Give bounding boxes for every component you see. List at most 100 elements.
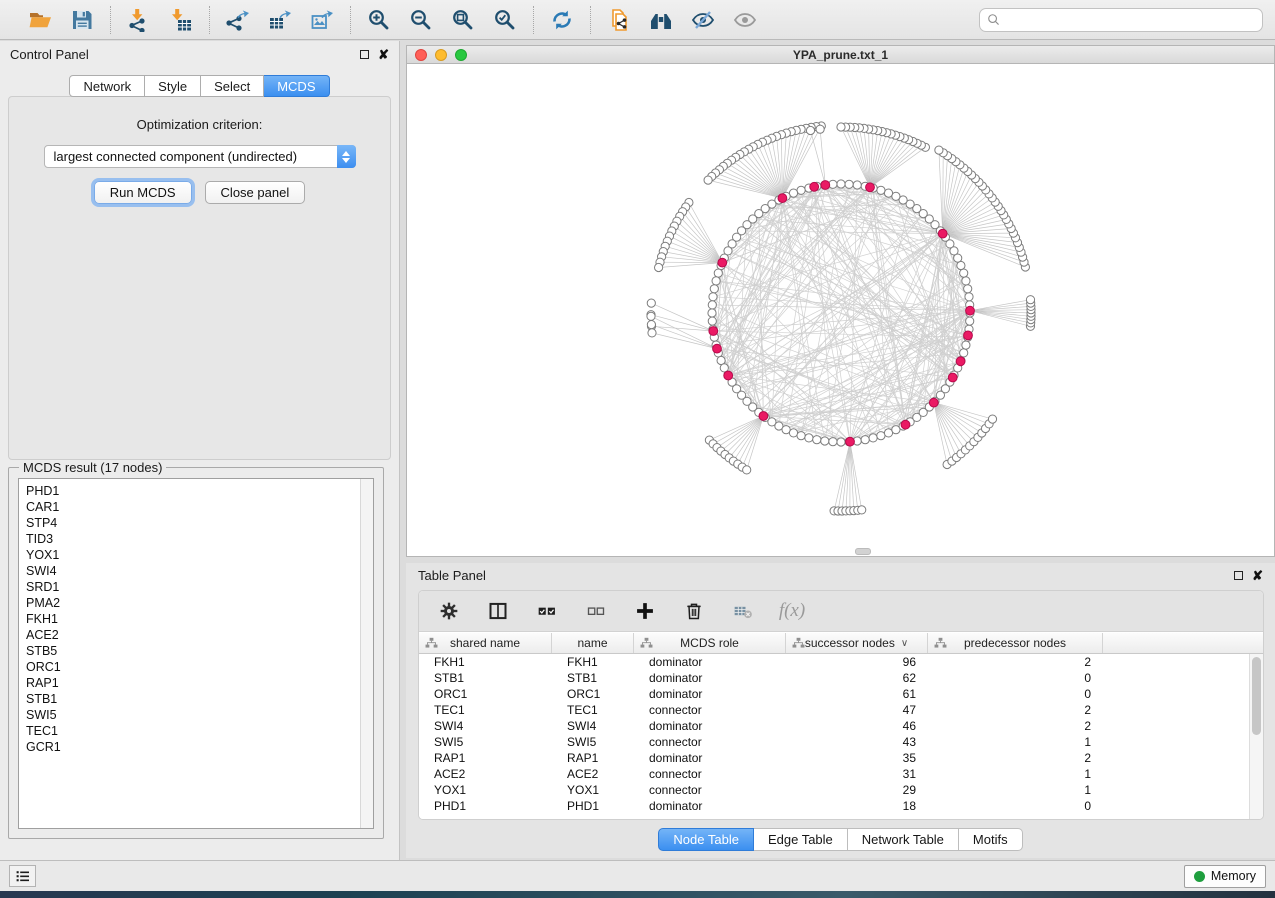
save-session-button[interactable] (68, 6, 96, 34)
mcds-result-item[interactable]: YOX1 (26, 547, 360, 563)
export-table-button[interactable] (266, 6, 294, 34)
select-all-button[interactable] (535, 599, 559, 623)
network-graph-canvas[interactable] (407, 64, 1274, 556)
mcds-hub-node[interactable] (956, 357, 965, 366)
network-graph[interactable] (407, 64, 1274, 556)
table-row[interactable]: SWI5SWI5connector431 (419, 734, 1249, 750)
mcds-result-item[interactable]: SWI4 (26, 563, 360, 579)
mcds-result-item[interactable]: STB5 (26, 643, 360, 659)
mcds-hub-node[interactable] (713, 344, 722, 353)
deselect-all-button[interactable] (584, 599, 608, 623)
mcds-hub-node[interactable] (821, 181, 830, 190)
mcds-hub-node[interactable] (866, 183, 875, 192)
zoom-selected-button[interactable] (491, 6, 519, 34)
mcds-result-item[interactable]: ORC1 (26, 659, 360, 675)
search-input[interactable] (1001, 10, 1255, 30)
memory-button[interactable]: Memory (1184, 865, 1266, 888)
mcds-hub-node[interactable] (778, 194, 787, 203)
apply-layout-button[interactable] (548, 6, 576, 34)
mcds-result-item[interactable]: PMA2 (26, 595, 360, 611)
network-window-titlebar[interactable]: YPA_prune.txt_1 (407, 46, 1274, 64)
mcds-result-scrollbar[interactable] (360, 479, 373, 828)
float-table-panel-icon[interactable] (1234, 571, 1243, 580)
mcds-result-item[interactable]: STB1 (26, 691, 360, 707)
criterion-dropdown[interactable]: largest connected component (undirected) (44, 145, 356, 168)
mcds-hub-node[interactable] (966, 306, 975, 315)
mcds-hub-node[interactable] (948, 373, 957, 382)
sort-descending-icon[interactable]: ∨ (901, 638, 908, 649)
add-row-button[interactable] (633, 599, 657, 623)
table-row[interactable]: RAP1RAP1dominator352 (419, 750, 1249, 766)
open-file-button[interactable] (26, 6, 54, 34)
table-scrollbar[interactable] (1249, 654, 1263, 819)
mcds-hub-node[interactable] (964, 331, 973, 340)
tab-network-table[interactable]: Network Table (848, 828, 959, 851)
zoom-out-button[interactable] (407, 6, 435, 34)
show-columns-button[interactable] (486, 599, 510, 623)
tab-style[interactable]: Style (145, 75, 201, 97)
import-network-button[interactable] (125, 6, 153, 34)
table-row[interactable]: YOX1YOX1connector291 (419, 782, 1249, 798)
mcds-hub-node[interactable] (759, 412, 768, 421)
zoom-fit-button[interactable] (449, 6, 477, 34)
close-table-panel-icon[interactable]: ✘ (1252, 571, 1263, 580)
delete-row-button[interactable] (682, 599, 706, 623)
settings-button[interactable] (437, 599, 461, 623)
clone-network-button[interactable] (605, 6, 633, 34)
mcds-hub-node[interactable] (724, 371, 733, 380)
tab-select[interactable]: Select (201, 75, 264, 97)
mcds-hub-node[interactable] (929, 398, 938, 407)
float-panel-icon[interactable] (360, 50, 369, 59)
mcds-result-item[interactable]: SRD1 (26, 579, 360, 595)
column-header-successor-nodes[interactable]: successor nodes ∨ (786, 633, 928, 653)
mcds-result-item[interactable]: PHD1 (26, 483, 360, 499)
mcds-hub-node[interactable] (938, 229, 947, 238)
mcds-hub-node[interactable] (846, 437, 855, 446)
node-table-body: FKH1FKH1dominator962STB1STB1dominator620… (419, 654, 1249, 819)
close-panel-button[interactable]: Close panel (205, 181, 306, 204)
table-row[interactable]: ACE2ACE2connector311 (419, 766, 1249, 782)
column-header-shared-name[interactable]: shared name (419, 633, 552, 653)
mcds-hub-node[interactable] (718, 258, 727, 267)
zoom-in-button[interactable] (365, 6, 393, 34)
mcds-result-item[interactable]: CAR1 (26, 499, 360, 515)
mcds-hub-node[interactable] (810, 182, 819, 191)
table-row[interactable]: SWI4SWI4dominator462 (419, 718, 1249, 734)
close-panel-icon[interactable]: ✘ (378, 50, 389, 59)
hide-selected-button[interactable] (689, 6, 717, 34)
network-hscroll-thumb[interactable] (855, 548, 871, 555)
search-field[interactable] (979, 8, 1263, 32)
tab-edge-table[interactable]: Edge Table (754, 828, 848, 851)
mcds-result-item[interactable]: RAP1 (26, 675, 360, 691)
table-row[interactable]: ORC1ORC1dominator610 (419, 686, 1249, 702)
task-history-button[interactable] (9, 865, 36, 887)
table-row[interactable]: TEC1TEC1connector472 (419, 702, 1249, 718)
mcds-result-item[interactable]: GCR1 (26, 739, 360, 755)
first-neighbors-button[interactable] (647, 6, 675, 34)
mcds-result-item[interactable]: FKH1 (26, 611, 360, 627)
show-all-button[interactable] (731, 6, 759, 34)
tab-network[interactable]: Network (69, 75, 145, 97)
table-row[interactable]: PHD1PHD1dominator180 (419, 798, 1249, 814)
export-network-button[interactable] (224, 6, 252, 34)
tab-mcds[interactable]: MCDS (264, 75, 329, 97)
mcds-hub-node[interactable] (709, 327, 718, 336)
mcds-result-item[interactable]: ACE2 (26, 627, 360, 643)
column-header-predecessor-nodes[interactable]: predecessor nodes (928, 633, 1103, 653)
run-mcds-button[interactable]: Run MCDS (94, 181, 192, 204)
mcds-result-item[interactable]: SWI5 (26, 707, 360, 723)
mcds-result-item[interactable]: TID3 (26, 531, 360, 547)
mcds-result-item[interactable]: STP4 (26, 515, 360, 531)
table-row[interactable]: FKH1FKH1dominator962 (419, 654, 1249, 670)
column-header-MCDS-role[interactable]: MCDS role (634, 633, 786, 653)
tab-motifs[interactable]: Motifs (959, 828, 1023, 851)
column-header-name[interactable]: name (552, 633, 634, 653)
tab-node-table[interactable]: Node Table (658, 828, 754, 851)
mcds-result-list[interactable]: PHD1CAR1STP4TID3YOX1SWI4SRD1PMA2FKH1ACE2… (18, 478, 374, 829)
import-table-button[interactable] (167, 6, 195, 34)
table-row[interactable]: STB1STB1dominator620 (419, 670, 1249, 686)
mcds-hub-node[interactable] (901, 420, 910, 429)
export-image-button[interactable] (308, 6, 336, 34)
table-scrollbar-thumb[interactable] (1252, 657, 1261, 735)
mcds-result-item[interactable]: TEC1 (26, 723, 360, 739)
